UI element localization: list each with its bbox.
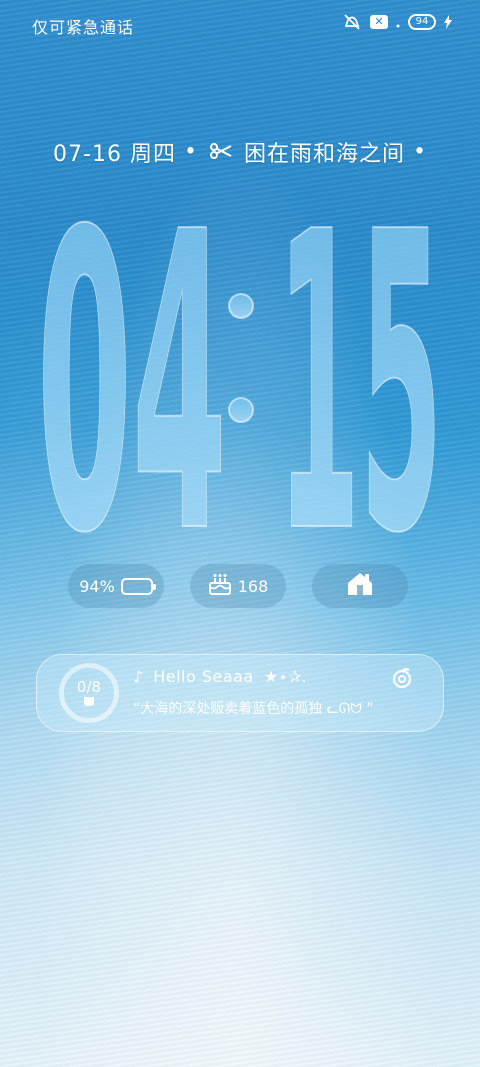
song-title: Hello Seaaa (153, 667, 254, 686)
status-bar: 仅可紧急通话 ✕ 94 (0, 0, 480, 48)
battery-icon: 94 (408, 14, 436, 30)
clock-colon-bottom (228, 397, 254, 423)
date-line: 07-16 周四 • 困在雨和海之间 • (0, 136, 480, 168)
battery-widget[interactable]: 94% (68, 564, 164, 608)
song-row: ♪ Hello Seaaa ★⋆✰. (133, 667, 307, 686)
stars-text: ★⋆✰. (263, 667, 307, 686)
music-note-icon: ♪ (133, 667, 144, 686)
home-widget[interactable] (312, 564, 408, 608)
home-icon (346, 571, 374, 601)
cake-icon (208, 573, 232, 599)
song-caption: 困在雨和海之间 (243, 142, 405, 167)
date-text: 07-16 周四 (53, 142, 176, 167)
trail-dot: • (412, 139, 427, 165)
music-widget[interactable]: 0/8 ♪ Hello Seaaa ★⋆✰. “大海的深处贩卖着蓝色的孤独 ᓚᘏ… (36, 654, 444, 732)
clock-minute: 15 (278, 172, 443, 542)
cup-icon (84, 697, 94, 706)
carrier-text: 仅可紧急通话 (32, 18, 135, 37)
clock-hour: 04 (37, 172, 227, 542)
progress-count: 0/8 (76, 678, 102, 696)
battery-icon (120, 577, 156, 595)
loop-icon[interactable] (391, 667, 413, 689)
days-count: 168 (237, 576, 269, 596)
scissors-icon (209, 140, 232, 165)
dot-icon (396, 16, 400, 28)
lock-clock: 04 15 (0, 172, 480, 542)
clock-colon-top (228, 293, 254, 319)
birthday-widget[interactable]: 168 (190, 564, 286, 608)
separator-dot: • (183, 139, 198, 165)
status-icons: ✕ 94 (342, 13, 452, 31)
lyric-text: “大海的深处贩卖着蓝色的孤独 ᓚᘏᗢ ” (133, 701, 374, 717)
sim-x-icon: ✕ (370, 15, 388, 29)
charging-bolt-icon (444, 15, 452, 29)
mute-icon (342, 13, 362, 31)
water-progress-ring[interactable]: 0/8 (59, 663, 119, 723)
battery-percent: 94% (79, 576, 115, 596)
